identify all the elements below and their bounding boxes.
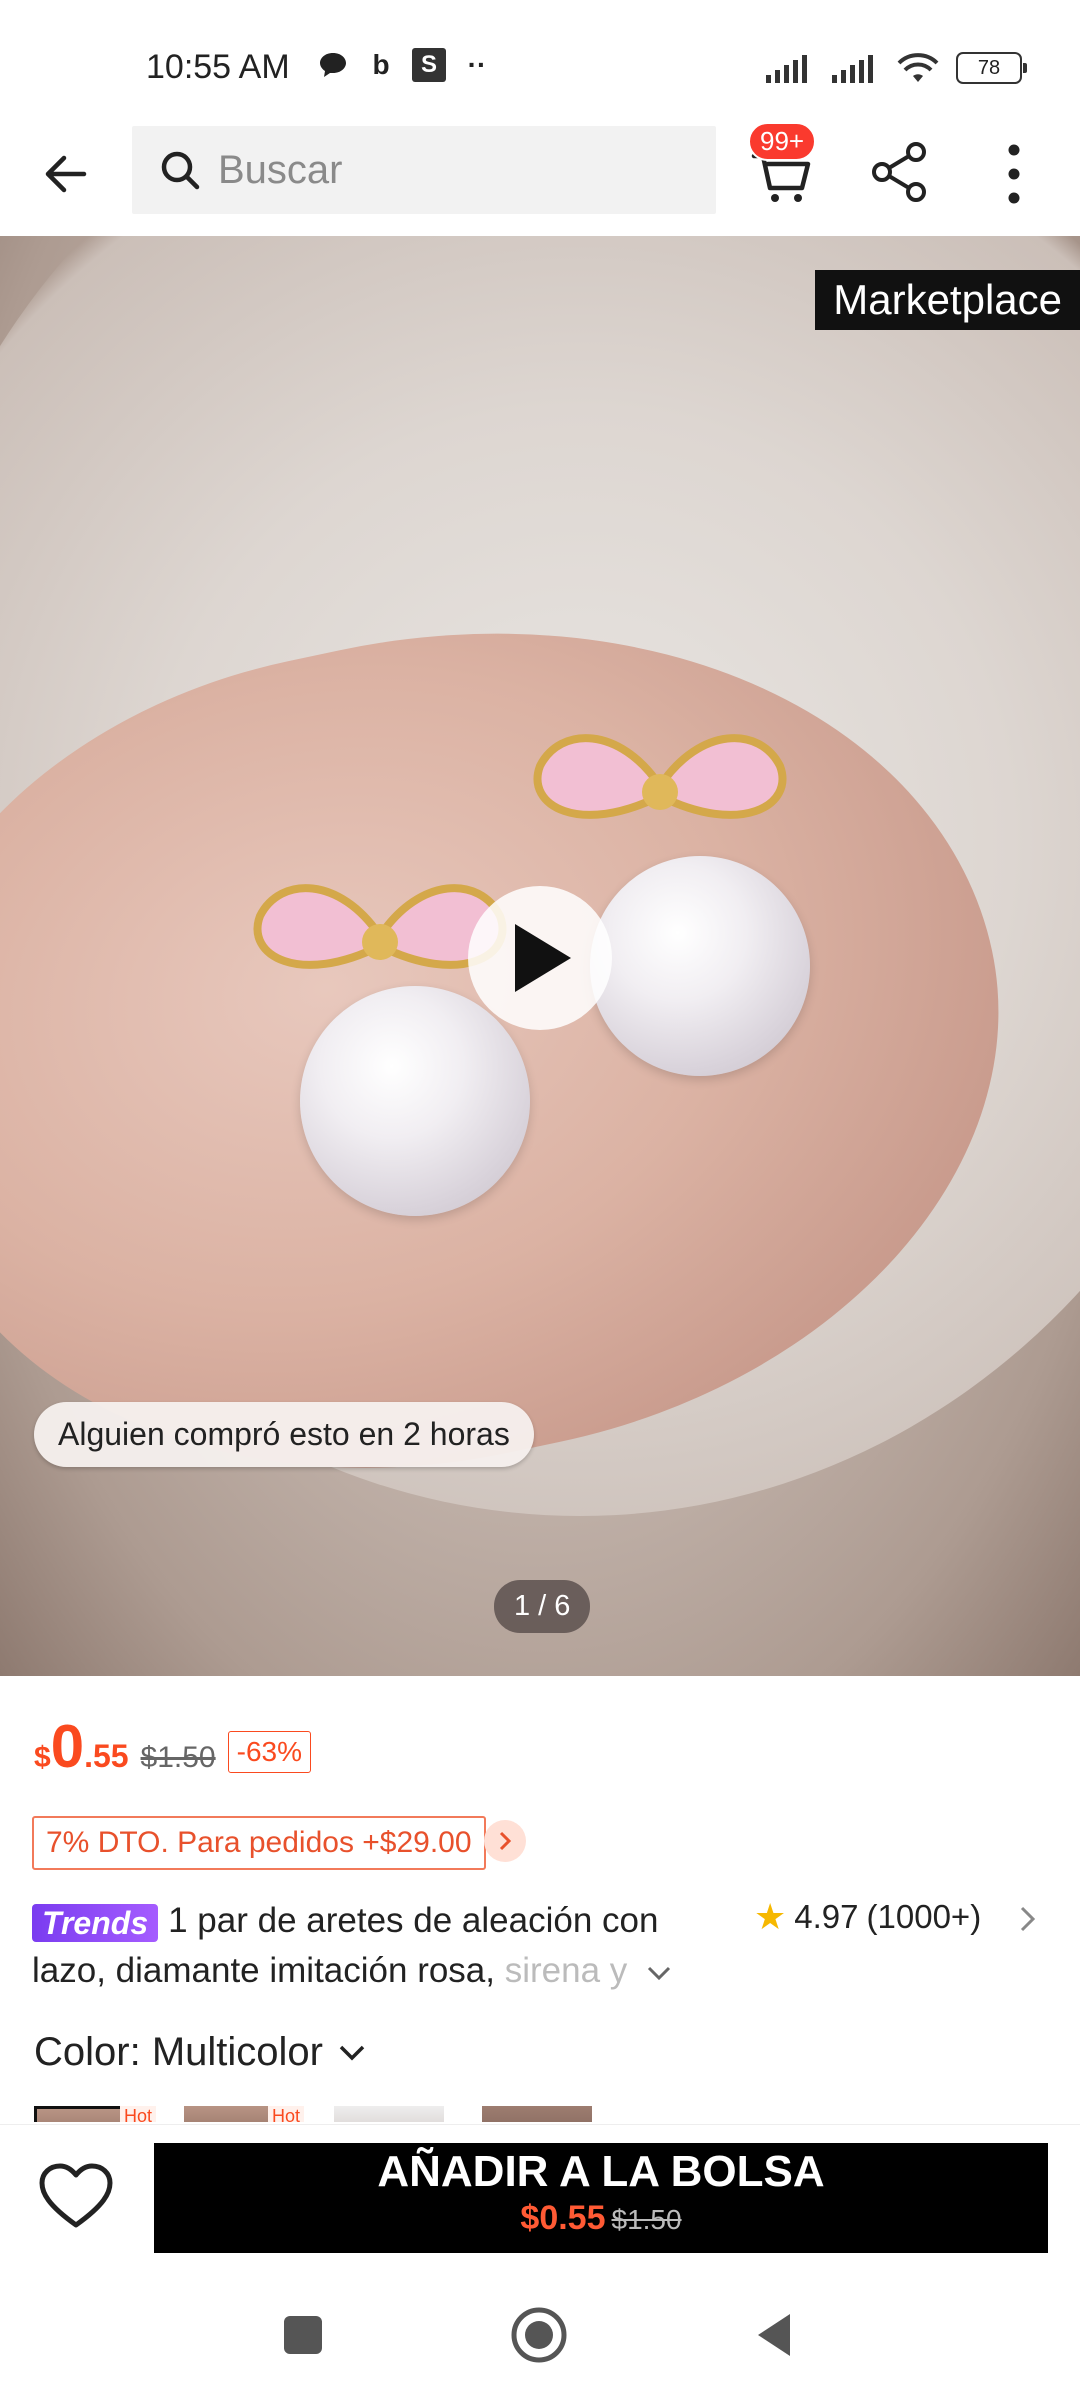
bag-original-price: $1.50 bbox=[611, 2204, 682, 2235]
color-label: Color: Multicolor bbox=[34, 2030, 323, 2074]
search-input[interactable] bbox=[216, 146, 700, 194]
b-icon: b bbox=[372, 49, 390, 80]
wifi-icon bbox=[897, 53, 939, 82]
review-count: (1000+) bbox=[866, 1898, 982, 1935]
price-currency: $ bbox=[34, 1741, 51, 1774]
s-icon: S bbox=[412, 48, 446, 82]
status-bar: 10:55 AM b S ·· 78 bbox=[0, 0, 1080, 120]
original-price: $1.50 bbox=[140, 1741, 216, 1774]
hot-label: Hot bbox=[120, 2106, 157, 2122]
recent-purchase-toast: Alguien compró esto en 2 horas bbox=[34, 1402, 534, 1467]
signal-icon-2 bbox=[832, 55, 873, 83]
chevron-right-icon bbox=[499, 1831, 512, 1851]
price-decimal: .55 bbox=[84, 1738, 129, 1774]
rating-value: 4.97 bbox=[794, 1898, 859, 1935]
cart-badge: 99+ bbox=[748, 122, 817, 161]
system-icons: 78 bbox=[764, 52, 1027, 84]
price-integer: 0 bbox=[50, 1713, 85, 1780]
image-pager: 1 / 6 bbox=[494, 1580, 591, 1633]
bag-price: $0.55 bbox=[520, 2199, 606, 2237]
add-to-bag-button[interactable]: AÑADIR A LA BOLSA $0.55 $1.50 bbox=[154, 2143, 1048, 2253]
battery-icon: 78 bbox=[956, 52, 1027, 84]
promo-arrow-button[interactable] bbox=[484, 1820, 526, 1862]
home-icon[interactable] bbox=[510, 2306, 568, 2364]
pearl-right bbox=[590, 856, 810, 1076]
promo-coupon[interactable]: 7% DTO. Para pedidos +$29.00 bbox=[32, 1816, 486, 1870]
title-faded-text: sirena y bbox=[504, 1951, 628, 1990]
search-icon bbox=[161, 151, 200, 190]
hot-label: Hot bbox=[268, 2106, 305, 2122]
marketplace-tag: Marketplace bbox=[815, 270, 1080, 330]
rating-chevron-icon[interactable] bbox=[1018, 1904, 1038, 1934]
product-title[interactable]: Trends 1 par de aretes de aleación con la… bbox=[32, 1896, 712, 1996]
more-dots-icon: ·· bbox=[467, 49, 487, 80]
color-thumbnails: Hot Hot bbox=[34, 2106, 1080, 2122]
more-options-icon[interactable] bbox=[996, 140, 1032, 208]
back-nav-icon[interactable] bbox=[754, 2310, 794, 2360]
pearl-left bbox=[300, 986, 530, 1216]
bow-earring-right bbox=[533, 734, 787, 819]
star-icon: ★ bbox=[754, 1896, 787, 1937]
top-nav: 99+ bbox=[0, 120, 1080, 235]
chevron-down-icon bbox=[339, 2045, 365, 2060]
signal-icon bbox=[766, 55, 807, 83]
add-to-bag-price: $0.55 $1.50 bbox=[154, 2199, 1048, 2238]
trends-badge: Trends bbox=[32, 1903, 159, 1942]
rating-summary[interactable]: ★ 4.97 (1000+) bbox=[754, 1896, 981, 1938]
share-icon[interactable] bbox=[868, 140, 932, 204]
bottom-action-bar: AÑADIR A LA BOLSA $0.55 $1.50 bbox=[0, 2124, 1080, 2253]
expand-chevron-icon[interactable] bbox=[645, 1963, 673, 1983]
back-arrow-icon[interactable] bbox=[38, 146, 94, 202]
color-thumb[interactable] bbox=[334, 2106, 444, 2122]
play-video-button[interactable] bbox=[468, 886, 612, 1030]
discount-badge: -63% bbox=[227, 1731, 311, 1773]
product-image-carousel[interactable]: Marketplace Alguien compró esto en 2 hor… bbox=[0, 236, 1080, 1676]
wishlist-heart-icon[interactable] bbox=[38, 2163, 114, 2231]
color-thumb[interactable] bbox=[482, 2106, 592, 2122]
search-bar[interactable] bbox=[132, 126, 716, 214]
system-navigation bbox=[0, 2290, 1080, 2400]
add-to-bag-label: AÑADIR A LA BOLSA bbox=[377, 2147, 825, 2196]
status-time: 10:55 AM bbox=[146, 48, 290, 86]
recents-icon[interactable] bbox=[282, 2314, 324, 2356]
chat-icon bbox=[316, 48, 350, 82]
play-icon bbox=[515, 924, 571, 992]
notification-icons: b S ·· bbox=[316, 48, 494, 82]
color-selector[interactable]: Color: Multicolor bbox=[34, 2030, 367, 2075]
price-row: $ 0 .55 $1.50 -63% bbox=[34, 1712, 311, 1781]
